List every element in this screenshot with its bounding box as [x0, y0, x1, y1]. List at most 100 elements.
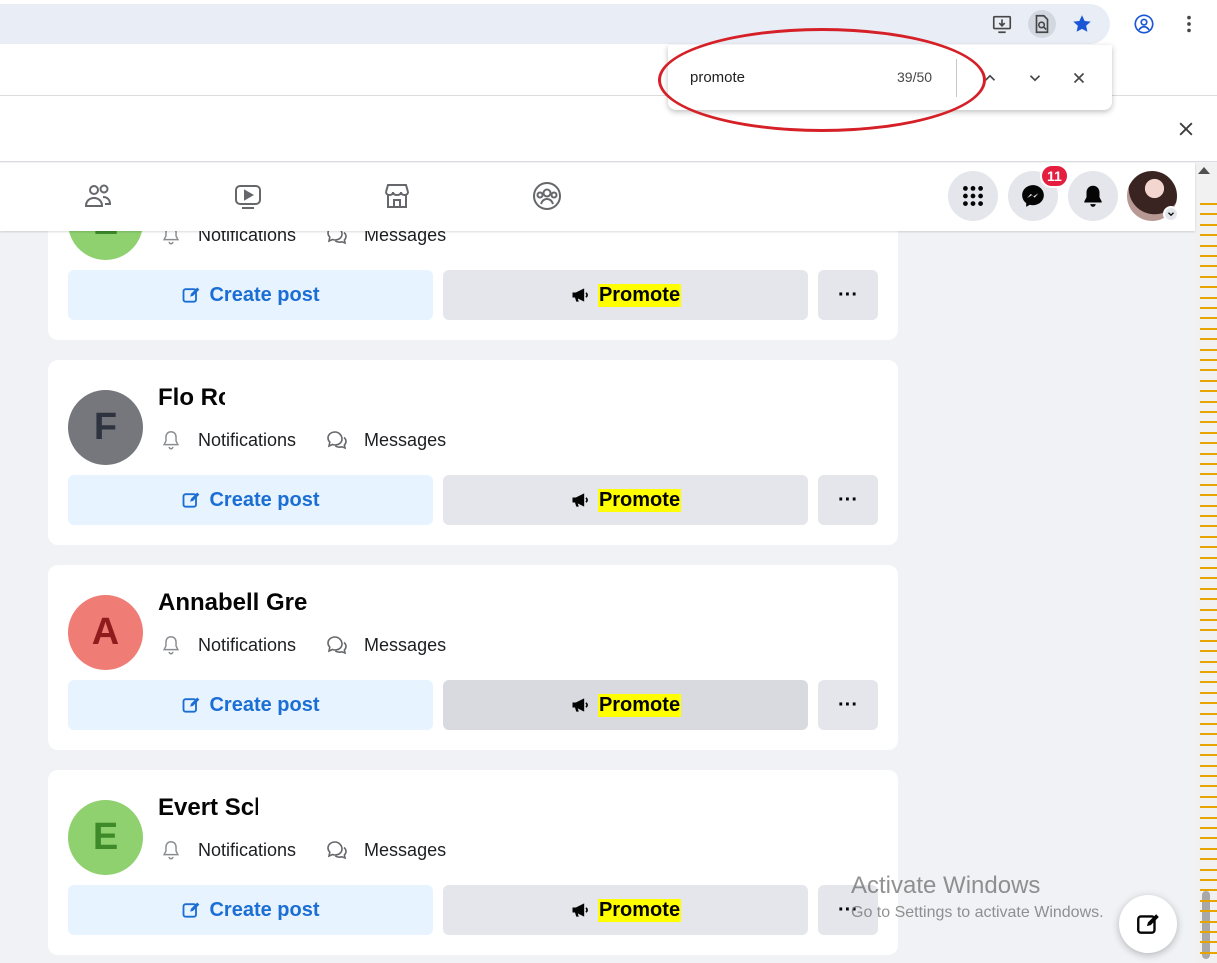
find-match-marker: [1200, 265, 1217, 268]
messages-link[interactable]: Messages: [364, 840, 446, 861]
scroll-up-arrow-icon[interactable]: [1198, 167, 1210, 174]
find-match-marker: [1200, 816, 1217, 819]
bell-icon: [1084, 185, 1102, 207]
browser-toolbar: [0, 0, 1217, 48]
find-input[interactable]: promote: [690, 69, 745, 86]
promote-button[interactable]: Promote: [443, 475, 808, 525]
megaphone-icon: [572, 493, 588, 507]
find-match-marker: [1200, 671, 1217, 673]
find-match-marker: [1200, 203, 1217, 205]
groups-icon[interactable]: [527, 178, 567, 214]
find-match-marker: [1200, 910, 1217, 913]
create-post-button[interactable]: Create post: [68, 680, 433, 730]
address-bar[interactable]: [0, 4, 1110, 44]
find-previous-icon[interactable]: [977, 65, 1003, 91]
find-match-marker: [1200, 691, 1217, 694]
bell-outline-icon: [158, 632, 184, 658]
find-match-marker: [1200, 307, 1217, 309]
create-post-button[interactable]: Create post: [68, 270, 433, 320]
megaphone-icon: [572, 288, 588, 302]
marketplace-icon[interactable]: [377, 178, 417, 214]
find-match-marker: [1200, 795, 1217, 798]
browser-menu-icon[interactable]: [1173, 8, 1205, 40]
video-icon[interactable]: [228, 178, 268, 214]
infobar-close-icon[interactable]: [1175, 118, 1197, 140]
edit-icon: [183, 697, 200, 713]
megaphone-icon: [572, 903, 588, 917]
find-match-marker: [1200, 494, 1217, 497]
find-match-marker: [1200, 286, 1217, 289]
find-match-marker: [1200, 639, 1217, 642]
page-name[interactable]: Evert Scl: [158, 794, 258, 822]
edit-icon: [183, 902, 200, 918]
bell-outline-icon: [158, 427, 184, 453]
find-match-marker: [1200, 546, 1217, 549]
find-match-marker: [1200, 879, 1217, 881]
page-meta-row: Notifications Messages: [158, 630, 474, 660]
notifications-link[interactable]: Notifications: [198, 635, 296, 656]
promote-button[interactable]: Promote: [443, 270, 808, 320]
page-avatar[interactable]: F: [68, 390, 143, 465]
more-options-button[interactable]: ···: [818, 885, 878, 935]
bookmark-star-icon[interactable]: [1066, 8, 1098, 40]
find-match-marker: [1200, 348, 1217, 351]
find-match-marker: [1200, 327, 1217, 330]
find-match-marker: [1200, 535, 1217, 538]
find-match-marker: [1200, 379, 1217, 382]
more-options-button[interactable]: ···: [818, 270, 878, 320]
find-match-marker: [1200, 587, 1217, 590]
promote-button[interactable]: Promote: [443, 885, 808, 935]
notifications-link[interactable]: Notifications: [198, 840, 296, 861]
new-message-button[interactable]: [1119, 895, 1177, 953]
find-match-marker: [1200, 775, 1217, 777]
find-match-marker: [1200, 931, 1217, 933]
facebook-nav-bar: [0, 163, 1195, 231]
install-app-icon[interactable]: [986, 8, 1018, 40]
page-name[interactable]: Annabell Gre: [158, 589, 310, 617]
find-next-icon[interactable]: [1022, 65, 1048, 91]
create-post-button[interactable]: Create post: [68, 885, 433, 935]
find-match-marker: [1200, 213, 1217, 216]
create-post-button[interactable]: Create post: [68, 475, 433, 525]
find-match-marker: [1200, 463, 1217, 465]
find-match-marker: [1200, 525, 1217, 528]
profile-icon[interactable]: [1128, 8, 1160, 40]
find-match-marker: [1200, 338, 1217, 341]
find-match-marker: [1200, 712, 1217, 715]
messages-link[interactable]: Messages: [364, 430, 446, 451]
find-match-marker: [1200, 889, 1217, 892]
page-name[interactable]: Flo Rc: [158, 384, 225, 412]
promote-button[interactable]: Promote: [443, 680, 808, 730]
find-match-marker: [1200, 390, 1217, 393]
find-match-marker: [1200, 234, 1217, 237]
find-match-marker: [1200, 941, 1217, 944]
bell-outline-icon: [158, 837, 184, 863]
find-match-marker: [1200, 951, 1217, 954]
page-card: E Evert Scl Notifications Messages Creat…: [48, 770, 898, 955]
find-in-page-icon[interactable]: [1028, 10, 1056, 38]
menu-grid-button[interactable]: [948, 171, 998, 221]
find-match-marker: [1200, 556, 1217, 559]
page-avatar[interactable]: E: [68, 800, 143, 875]
find-match-marker: [1200, 827, 1217, 829]
more-options-button[interactable]: ···: [818, 680, 878, 730]
find-match-marker: [1200, 723, 1217, 725]
messages-link[interactable]: Messages: [364, 635, 446, 656]
notifications-link[interactable]: Notifications: [198, 430, 296, 451]
find-match-marker: [1200, 806, 1217, 809]
find-match-marker: [1200, 920, 1217, 923]
find-match-marker: [1200, 296, 1217, 299]
find-close-icon[interactable]: [1066, 65, 1092, 91]
friends-icon[interactable]: [78, 178, 118, 214]
page-avatar[interactable]: A: [68, 595, 143, 670]
page-scrollbar[interactable]: [1195, 163, 1217, 963]
notifications-button[interactable]: [1068, 171, 1118, 221]
find-match-marker: [1200, 452, 1217, 455]
find-match-marker: [1200, 577, 1217, 580]
grid-icon: [963, 186, 983, 206]
account-chevron-icon[interactable]: [1163, 206, 1179, 222]
more-options-button[interactable]: ···: [818, 475, 878, 525]
messenger-icon: [1022, 185, 1044, 207]
find-match-marker: [1200, 598, 1217, 601]
find-divider: [956, 59, 957, 97]
